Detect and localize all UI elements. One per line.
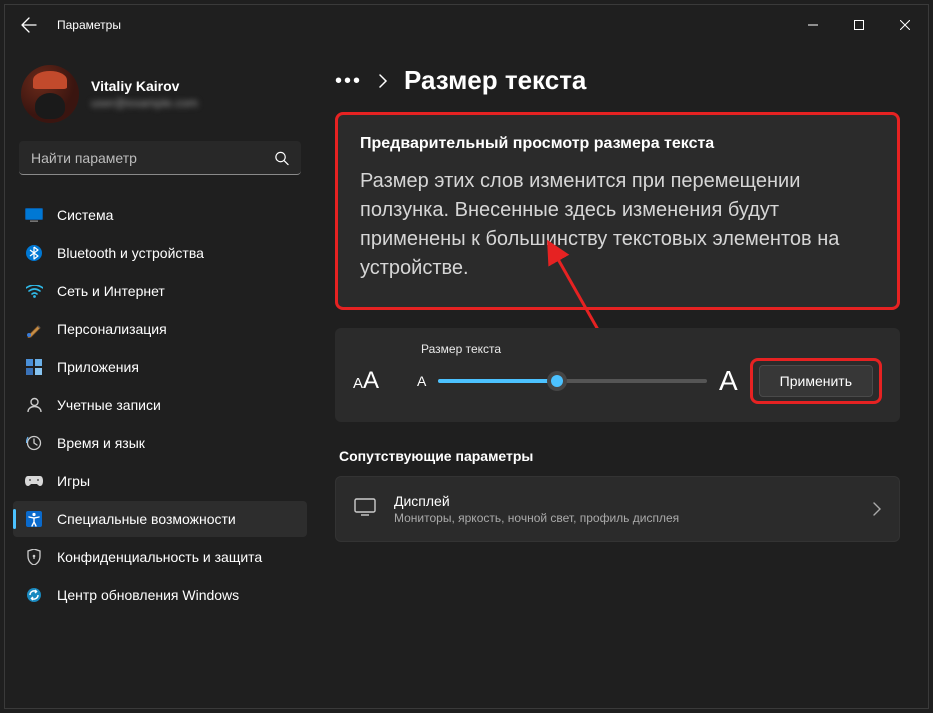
sidebar-item-apps[interactable]: Приложения xyxy=(13,349,307,385)
sidebar-item-label: Персонализация xyxy=(57,321,167,337)
app-title: Параметры xyxy=(57,18,121,32)
preview-title: Предварительный просмотр размера текста xyxy=(360,135,875,153)
related-subtitle: Мониторы, яркость, ночной свет, профиль … xyxy=(394,511,855,525)
maximize-button[interactable] xyxy=(836,5,882,45)
sidebar-item-system[interactable]: Система xyxy=(13,197,307,233)
sidebar-item-privacy[interactable]: Конфиденциальность и защита xyxy=(13,539,307,575)
person-icon xyxy=(25,396,43,414)
related-display-card[interactable]: Дисплей Мониторы, яркость, ночной свет, … xyxy=(335,476,900,542)
text-size-preview-card: Предварительный просмотр размера текста … xyxy=(335,112,900,310)
slider-fill xyxy=(438,379,556,383)
sidebar-item-bluetooth[interactable]: Bluetooth и устройства xyxy=(13,235,307,271)
display-outline-icon xyxy=(354,498,376,521)
related-title: Дисплей xyxy=(394,493,855,509)
close-button[interactable] xyxy=(882,5,928,45)
sidebar-item-label: Сеть и Интернет xyxy=(57,283,165,299)
chevron-right-icon xyxy=(378,74,388,88)
sidebar-item-label: Система xyxy=(57,207,113,223)
sidebar-item-label: Специальные возможности xyxy=(57,511,236,527)
sidebar-item-accounts[interactable]: Учетные записи xyxy=(13,387,307,423)
text-size-slider[interactable] xyxy=(438,379,707,383)
profile-email: user@example.com xyxy=(91,96,198,110)
main-content: ••• Размер текста Предварительный просмо… xyxy=(315,45,928,708)
preview-body: Размер этих слов изменится при перемещен… xyxy=(360,167,875,283)
apply-button[interactable]: Применить xyxy=(759,365,873,397)
minimize-button[interactable] xyxy=(790,5,836,45)
close-icon xyxy=(900,20,910,30)
related-section-title: Сопутствующие параметры xyxy=(339,448,900,464)
sample-aa-icon: AA xyxy=(353,367,405,395)
chevron-right-icon xyxy=(873,502,881,516)
maximize-icon xyxy=(854,20,864,30)
apps-icon xyxy=(25,358,43,376)
gamepad-icon xyxy=(25,472,43,490)
breadcrumb-more-button[interactable]: ••• xyxy=(335,71,362,91)
slider-min-icon: A xyxy=(417,373,426,389)
sidebar-item-network[interactable]: Сеть и Интернет xyxy=(13,273,307,309)
minimize-icon xyxy=(808,20,818,30)
breadcrumb: ••• Размер текста xyxy=(335,65,900,96)
wifi-icon xyxy=(25,282,43,300)
sidebar: Vitaliy Kairov user@example.com Система … xyxy=(5,45,315,708)
search-input[interactable] xyxy=(19,141,301,175)
sidebar-item-label: Конфиденциальность и защита xyxy=(57,549,262,565)
clock-icon xyxy=(25,434,43,452)
slider-label: Размер текста xyxy=(421,342,882,356)
titlebar: Параметры xyxy=(5,5,928,45)
sidebar-item-label: Игры xyxy=(57,473,90,489)
slider-thumb[interactable] xyxy=(547,371,567,391)
sidebar-item-label: Bluetooth и устройства xyxy=(57,245,204,261)
display-icon xyxy=(25,206,43,224)
page-title: Размер текста xyxy=(404,65,586,96)
profile-name: Vitaliy Kairov xyxy=(91,78,198,94)
update-icon xyxy=(25,586,43,604)
sidebar-item-label: Приложения xyxy=(57,359,139,375)
arrow-left-icon xyxy=(21,17,37,33)
sidebar-item-label: Время и язык xyxy=(57,435,145,451)
back-button[interactable] xyxy=(17,13,41,37)
text-size-slider-card: Размер текста AA A A Применить xyxy=(335,328,900,422)
avatar xyxy=(21,65,79,123)
bluetooth-icon xyxy=(25,244,43,262)
sidebar-item-label: Учетные записи xyxy=(57,397,161,413)
shield-icon xyxy=(25,548,43,566)
slider-max-icon: A xyxy=(719,365,738,397)
sidebar-item-gaming[interactable]: Игры xyxy=(13,463,307,499)
accessibility-icon xyxy=(25,510,43,528)
brush-icon xyxy=(25,320,43,338)
profile-block[interactable]: Vitaliy Kairov user@example.com xyxy=(13,59,307,137)
sidebar-item-time[interactable]: Время и язык xyxy=(13,425,307,461)
sidebar-item-update[interactable]: Центр обновления Windows xyxy=(13,577,307,613)
sidebar-item-accessibility[interactable]: Специальные возможности xyxy=(13,501,307,537)
sidebar-item-personalization[interactable]: Персонализация xyxy=(13,311,307,347)
sidebar-item-label: Центр обновления Windows xyxy=(57,587,239,603)
apply-highlight: Применить xyxy=(750,358,882,404)
